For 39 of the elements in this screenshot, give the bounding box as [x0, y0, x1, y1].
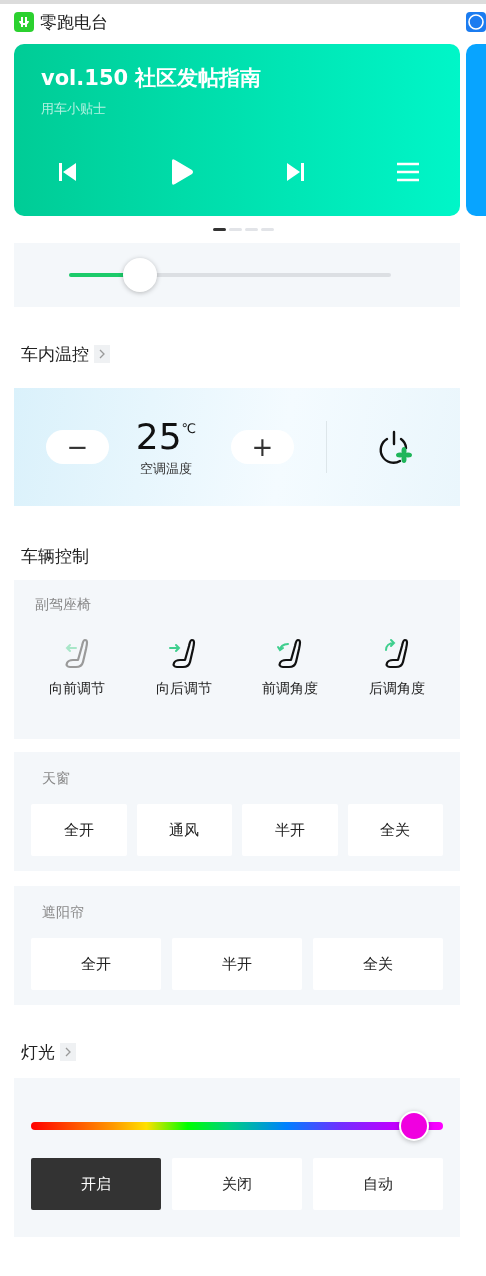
light-mode-button[interactable]: 关闭	[172, 1158, 302, 1210]
chevron-right-icon[interactable]	[60, 1043, 76, 1061]
seat-adjust-button[interactable]: 前调角度	[237, 636, 344, 698]
sunshade-option-button[interactable]: 全开	[31, 938, 161, 990]
temperature-unit: ℃	[181, 420, 197, 436]
light-mode-button[interactable]: 开启	[31, 1158, 161, 1210]
section-heading: 车辆控制	[21, 544, 89, 568]
increase-button[interactable]: +	[231, 430, 294, 464]
seat-adjust-button[interactable]: 向后调节	[130, 636, 237, 698]
color-slider[interactable]	[31, 1111, 443, 1141]
next-button[interactable]	[286, 162, 305, 182]
sunroof-option-button[interactable]: 全关	[347, 804, 443, 856]
chevron-right-icon[interactable]	[94, 345, 110, 363]
panel-title: 遮阳帘	[42, 904, 84, 922]
temperature-label: 空调温度	[140, 459, 192, 478]
temperature-value: 25	[135, 416, 182, 457]
panel-title: 副驾座椅	[35, 596, 91, 614]
episode-subtitle: 用车小贴士	[41, 100, 106, 118]
section-heading: 灯光	[21, 1040, 55, 1064]
seat-adjust-button[interactable]: 后调角度	[343, 636, 450, 698]
sunshade-option-button[interactable]: 半开	[172, 938, 302, 990]
panel-title: 天窗	[42, 770, 70, 788]
sunroof-option-button[interactable]: 全开	[31, 804, 127, 856]
playlist-menu-icon[interactable]	[396, 162, 419, 182]
section-heading: 车内温控	[21, 342, 89, 366]
app-name: 零跑电台	[40, 10, 108, 34]
light-mode-button[interactable]: 自动	[313, 1158, 443, 1210]
sunroof-option-button[interactable]: 半开	[242, 804, 338, 856]
app-logo-icon	[14, 12, 34, 32]
decrease-button[interactable]: −	[46, 430, 109, 464]
episode-title: vol.150 社区发帖指南	[41, 65, 262, 92]
previous-button[interactable]	[59, 162, 77, 182]
sunroof-option-button[interactable]: 通风	[136, 804, 232, 856]
sunshade-option-button[interactable]: 全关	[313, 938, 443, 990]
slider-thumb[interactable]	[399, 1111, 430, 1141]
app-logo-icon	[466, 12, 486, 32]
play-button[interactable]	[169, 158, 194, 186]
slider-thumb[interactable]	[122, 258, 157, 292]
volume-slider[interactable]	[69, 258, 391, 292]
